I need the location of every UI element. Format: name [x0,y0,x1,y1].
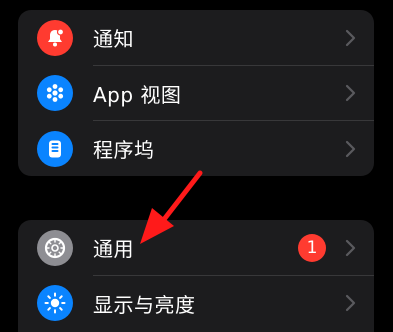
settings-row-label: 显示与亮度 [93,292,196,317]
settings-row-notifications[interactable]: 通知 [18,10,374,66]
settings-row-label: 通用 [93,237,134,262]
bell-badge-icon [37,19,73,56]
settings-row-label: App 视图 [93,82,182,107]
settings-row-label: 通知 [93,27,134,52]
settings-screen: 通知 App 视图 程序坞 通用 1 显示与亮度 [0,0,393,332]
chevron-right-icon [345,85,356,102]
settings-row-app-view[interactable]: App 视图 [18,66,374,121]
chevron-right-icon [345,295,356,312]
app-grid-icon [37,75,73,112]
settings-group-2: 通用 1 显示与亮度 [18,220,374,332]
settings-row-display-brightness[interactable]: 显示与亮度 [18,276,374,332]
settings-row-general[interactable]: 通用 1 [18,220,374,276]
settings-row-label: 程序坞 [93,138,155,163]
dock-icon [37,130,73,167]
gear-icon [37,229,73,266]
sun-icon [37,285,73,322]
notification-badge: 1 [298,233,326,262]
settings-group-1: 通知 App 视图 程序坞 [18,10,374,176]
chevron-right-icon [345,140,356,157]
chevron-right-icon [345,239,356,256]
chevron-right-icon [345,29,356,46]
settings-row-dock[interactable]: 程序坞 [18,121,374,176]
